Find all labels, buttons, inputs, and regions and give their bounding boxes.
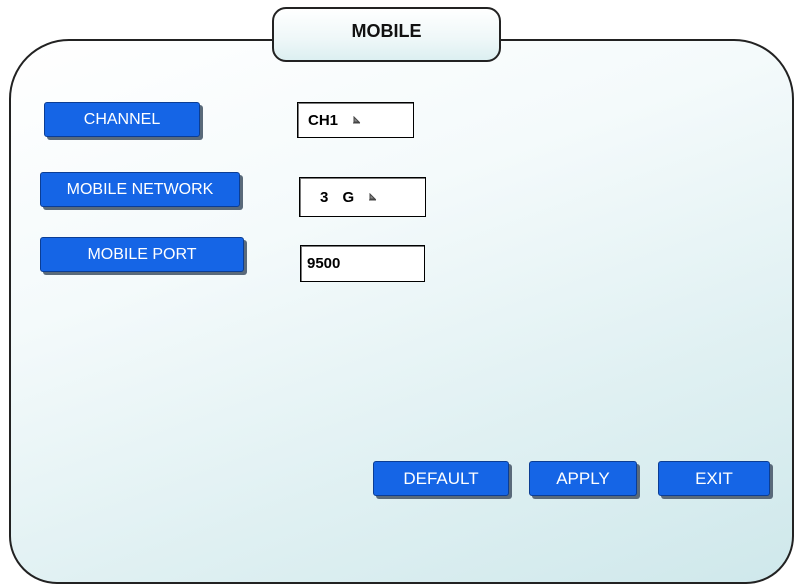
apply-button[interactable]: APPLY: [529, 461, 637, 496]
page-title: MOBILE: [272, 7, 501, 62]
mobile-network-label: MOBILE NETWORK: [66, 180, 214, 198]
mobile-port-label-button[interactable]: MOBILE PORT: [40, 237, 244, 272]
channel-label-button[interactable]: CHANNEL: [44, 102, 200, 137]
channel-select[interactable]: CH1: [297, 102, 414, 138]
page-title-text: MOBILE: [351, 21, 422, 41]
default-button-label: DEFAULT: [403, 468, 479, 488]
mobile-port-value: 9500: [307, 255, 341, 272]
dropdown-arrow-icon: [352, 115, 361, 125]
default-button[interactable]: DEFAULT: [373, 461, 509, 496]
channel-value: CH1: [308, 111, 339, 129]
exit-button-label: EXIT: [695, 468, 733, 488]
mobile-port-label: MOBILE PORT: [87, 245, 197, 263]
dropdown-arrow-icon: [368, 192, 377, 202]
mobile-network-select[interactable]: 3 G: [299, 177, 426, 217]
mobile-settings-window: MOBILE CHANNEL CH1 MOBILE NETWORK 3 G MO…: [0, 0, 797, 588]
channel-label: CHANNEL: [83, 110, 161, 128]
mobile-port-input[interactable]: 9500: [300, 245, 425, 282]
mobile-network-label-button[interactable]: MOBILE NETWORK: [40, 172, 240, 207]
exit-button[interactable]: EXIT: [658, 461, 770, 496]
apply-button-label: APPLY: [556, 468, 610, 488]
mobile-network-value: 3 G: [320, 188, 355, 206]
